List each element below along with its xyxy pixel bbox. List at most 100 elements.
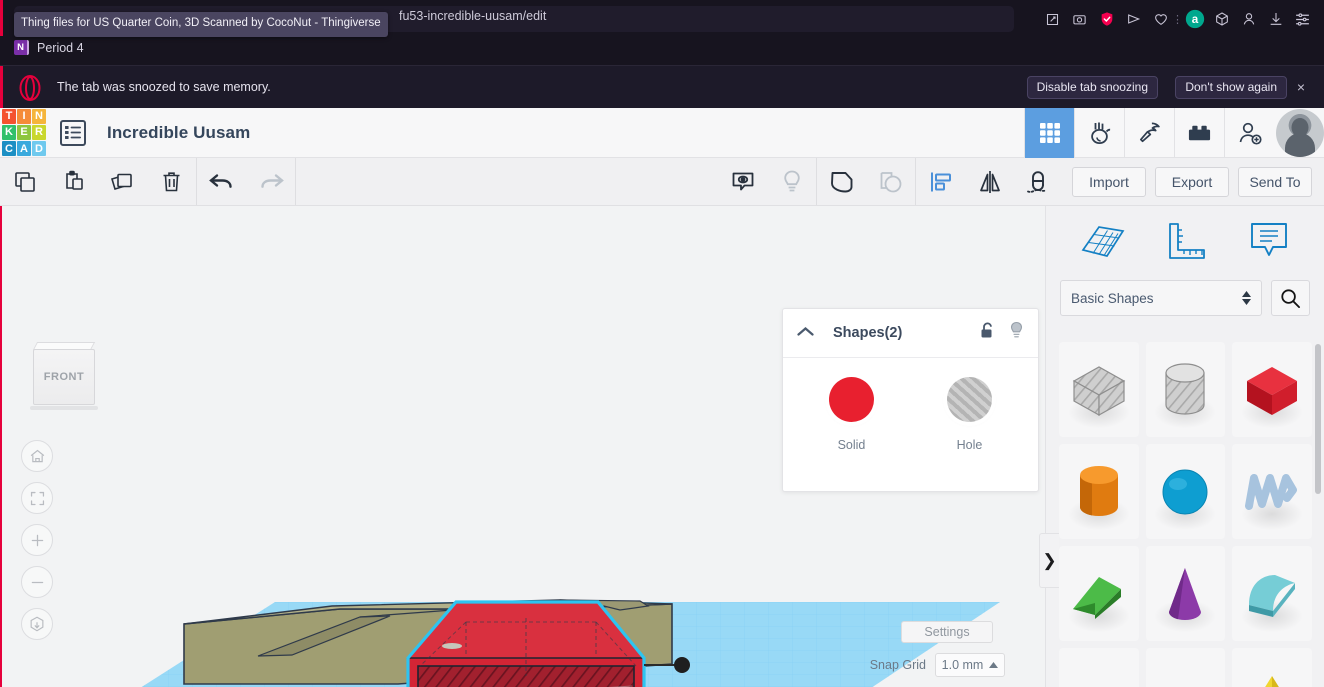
paste-icon[interactable] (49, 158, 98, 205)
blocks-grid-icon[interactable] (1024, 107, 1074, 158)
box-hole-shape[interactable] (1059, 342, 1139, 437)
downloads-icon[interactable] (1262, 7, 1289, 31)
avatar[interactable] (1276, 108, 1324, 157)
text-shape[interactable] (1059, 648, 1139, 687)
mirror-icon[interactable] (965, 158, 1014, 205)
shapes-sidebar: Basic Shapes (1045, 206, 1324, 687)
shape-category-select[interactable]: Basic Shapes (1060, 280, 1262, 316)
notification-accent-stripe (0, 66, 3, 109)
workplane-icon[interactable] (1080, 220, 1126, 267)
ruler-icon[interactable] (1165, 220, 1209, 267)
hole-option[interactable]: Hole (936, 377, 1004, 452)
selected-object[interactable] (406, 600, 646, 687)
dont-show-again-button[interactable]: Don't show again (1175, 76, 1287, 99)
amazon-assistant-icon[interactable]: a (1181, 7, 1208, 31)
solid-option[interactable]: Solid (818, 377, 886, 452)
shape-gallery[interactable] (1046, 336, 1324, 687)
header-actions (1024, 107, 1324, 158)
logo-tile-a: A (17, 141, 31, 157)
logo-tile-e: E (17, 124, 31, 141)
cone-shape[interactable] (1145, 546, 1226, 641)
bookmark-item-period-4[interactable]: N Period 4 (14, 40, 84, 55)
logo-tile-c: C (2, 141, 16, 157)
opera-logo-icon (16, 75, 44, 101)
gallery-scrollbar[interactable] (1315, 344, 1321, 494)
show-hide-icon[interactable] (718, 158, 767, 205)
scribble-shape[interactable] (1232, 444, 1312, 539)
logo-tile-k: K (2, 124, 16, 141)
undo-icon[interactable] (197, 158, 246, 205)
send-to-button[interactable]: Send To (1238, 166, 1312, 197)
shapes-panel: Shapes(2) Solid Hole (782, 308, 1039, 492)
3d-viewport[interactable]: FRONT Shapes(2) Solid Hole Settings Snap… (0, 206, 1045, 687)
disable-tab-snoozing-button[interactable]: Disable tab snoozing (1026, 76, 1158, 99)
page-title: Incredible Uusam (107, 122, 251, 142)
sphere-shape[interactable] (1145, 444, 1226, 539)
group-icon[interactable] (817, 158, 866, 205)
cube-extension-icon[interactable] (1208, 7, 1235, 31)
logo-tile-i: I (17, 108, 31, 124)
snap-grid-select[interactable]: 1.0 mm (935, 653, 1005, 677)
minecraft-pickaxe-icon[interactable] (1124, 107, 1174, 158)
export-button[interactable]: Export (1155, 166, 1229, 197)
pyramid-shape[interactable] (1232, 648, 1312, 687)
sidebar-collapse-toggle[interactable]: ❯ (1039, 533, 1059, 588)
blue-wedge-shape[interactable] (1145, 648, 1226, 687)
lightbulb-icon[interactable] (767, 158, 816, 205)
shield-check-icon[interactable] (1093, 7, 1120, 31)
onenote-favicon: N (14, 40, 29, 55)
cylinder-shape[interactable] (1059, 444, 1139, 539)
import-button[interactable]: Import (1072, 166, 1146, 197)
hole-label: Hole (956, 438, 983, 452)
tinkercad-logo[interactable]: TINKERCAD (0, 108, 48, 158)
close-icon[interactable]: × (1292, 78, 1310, 96)
lego-brick-icon[interactable] (1174, 107, 1224, 158)
app-header: TINKERCAD Incredible Uusam (0, 107, 1324, 158)
unlock-icon[interactable] (980, 321, 995, 345)
logo-tile-r: R (32, 124, 46, 141)
profile-icon[interactable] (1235, 7, 1262, 31)
project-list-icon[interactable] (60, 119, 86, 146)
tinkercad-app: TINKERCAD Incredible Uusam Import Export… (0, 107, 1324, 687)
wedge-shape[interactable] (1059, 546, 1139, 641)
invite-people-icon[interactable] (1224, 107, 1274, 158)
window-accent-stripe (0, 0, 3, 36)
pin-extension-icon[interactable] (1039, 7, 1066, 31)
box-shape[interactable] (1232, 342, 1312, 437)
search-icon[interactable] (1271, 280, 1310, 316)
address-bar-url[interactable]: fu53-incredible-uusam/edit (399, 9, 546, 23)
solid-label: Solid (837, 438, 866, 452)
bookmarks-bar: N Period 4 (0, 36, 1324, 65)
cylinder-hole-shape[interactable] (1145, 342, 1226, 437)
settings-button[interactable]: Settings (901, 621, 993, 643)
ungroup-icon[interactable] (866, 158, 915, 205)
bookmark-label: Period 4 (37, 40, 84, 55)
heart-icon[interactable] (1147, 7, 1174, 31)
browser-toolbar-icons: ⋮ a (1039, 7, 1316, 31)
caret-up-icon (989, 662, 999, 668)
align-icon[interactable] (916, 158, 965, 205)
screenshot-icon[interactable] (1066, 7, 1093, 31)
copy-icon[interactable] (0, 158, 49, 205)
logo-tile-t: T (2, 108, 16, 124)
select-stepper-icon (1242, 291, 1251, 305)
shape-grid (1059, 342, 1312, 687)
sidebar-tool-icons (1046, 206, 1324, 280)
kebab-menu-icon[interactable]: ⋮ (1172, 7, 1183, 31)
snap-grid-value: 1.0 mm (941, 658, 984, 672)
shapes-panel-title: Shapes(2) (833, 325, 903, 341)
delete-icon[interactable] (147, 158, 196, 205)
redo-icon[interactable] (246, 158, 295, 205)
send-icon[interactable] (1120, 7, 1147, 31)
codeblocks-icon[interactable] (1074, 107, 1124, 158)
note-icon[interactable] (1248, 219, 1290, 268)
chevron-up-icon[interactable] (797, 324, 819, 342)
easy-setup-icon[interactable] (1289, 7, 1316, 31)
logo-tile-d: D (32, 141, 46, 157)
lightbulb-icon[interactable] (1009, 321, 1024, 345)
magnet-snap-icon[interactable] (1014, 158, 1063, 205)
tab-snooze-notification-bar: The tab was snoozed to save memory. Disa… (0, 65, 1324, 109)
notification-message: The tab was snoozed to save memory. (57, 80, 271, 94)
roof-shape[interactable] (1232, 546, 1312, 641)
duplicate-icon[interactable] (98, 158, 147, 205)
